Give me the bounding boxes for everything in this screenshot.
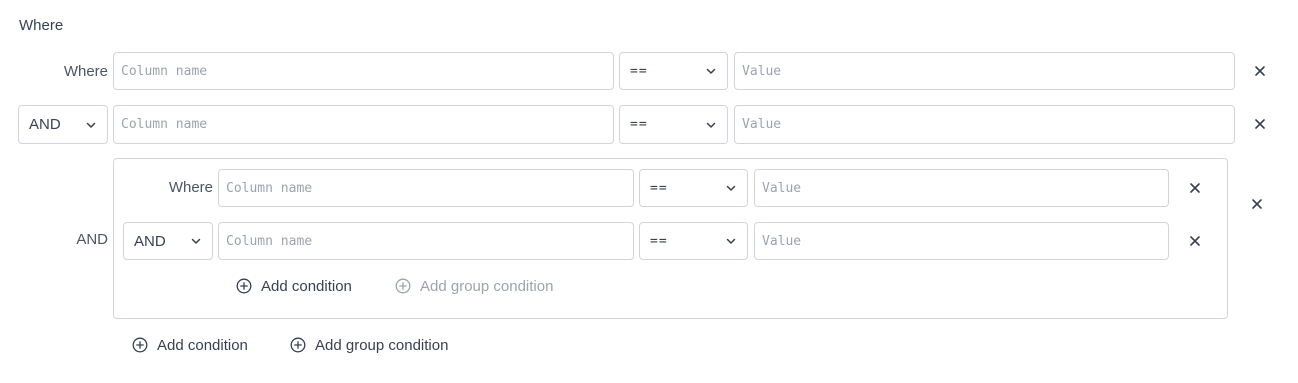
connector-value: AND [29,116,61,133]
chevron-down-icon [191,238,201,244]
section-title: Where [19,17,64,34]
add-condition-label: Add condition [157,336,248,354]
plus-circle-icon [132,337,148,353]
chevron-down-icon [86,122,96,128]
remove-condition-button[interactable] [1250,114,1270,134]
add-condition-button[interactable]: Add condition [132,335,248,355]
value-input[interactable] [734,105,1235,144]
group-add-group-condition-label: Add group condition [420,277,554,295]
chevron-down-icon [726,185,736,191]
column-name-input[interactable] [113,105,614,144]
close-icon [1255,119,1265,129]
value-input[interactable] [754,222,1169,260]
column-name-input[interactable] [218,169,634,207]
remove-group-condition-button[interactable] [1185,231,1205,251]
operator-select[interactable]: == [639,222,748,260]
column-name-input[interactable] [218,222,634,260]
column-name-input[interactable] [113,52,614,90]
close-icon [1190,236,1200,246]
group-add-condition-button[interactable]: Add condition [236,276,352,296]
plus-circle-icon [290,337,306,353]
connector-select[interactable]: AND [123,222,213,260]
group-connector-label: AND [76,231,108,248]
value-input[interactable] [734,52,1235,90]
connector-select[interactable]: AND [18,105,108,144]
connector-value: AND [134,232,166,250]
remove-group-button[interactable] [1247,194,1267,214]
chevron-down-icon [726,238,736,244]
add-group-condition-button[interactable]: Add group condition [290,335,448,355]
group-add-condition-label: Add condition [261,277,352,295]
remove-condition-button[interactable] [1250,61,1270,81]
operator-value: == [650,180,668,196]
chevron-down-icon [706,122,716,128]
row-connector-label: Where [63,63,108,80]
plus-circle-icon [236,278,252,294]
operator-select[interactable]: == [639,169,748,207]
close-icon [1190,183,1200,193]
operator-select[interactable]: == [619,52,728,90]
group-add-group-condition-button[interactable]: Add group condition [395,276,553,296]
close-icon [1255,66,1265,76]
value-input[interactable] [754,169,1169,207]
operator-value: == [630,63,648,79]
operator-value: == [630,117,648,132]
chevron-down-icon [706,68,716,74]
plus-circle-icon [395,278,411,294]
group-row-connector-label: Where [168,179,213,196]
operator-select[interactable]: == [619,105,728,144]
add-group-condition-label: Add group condition [315,336,449,354]
operator-value: == [650,233,668,249]
remove-group-condition-button[interactable] [1185,178,1205,198]
close-icon [1252,199,1262,209]
